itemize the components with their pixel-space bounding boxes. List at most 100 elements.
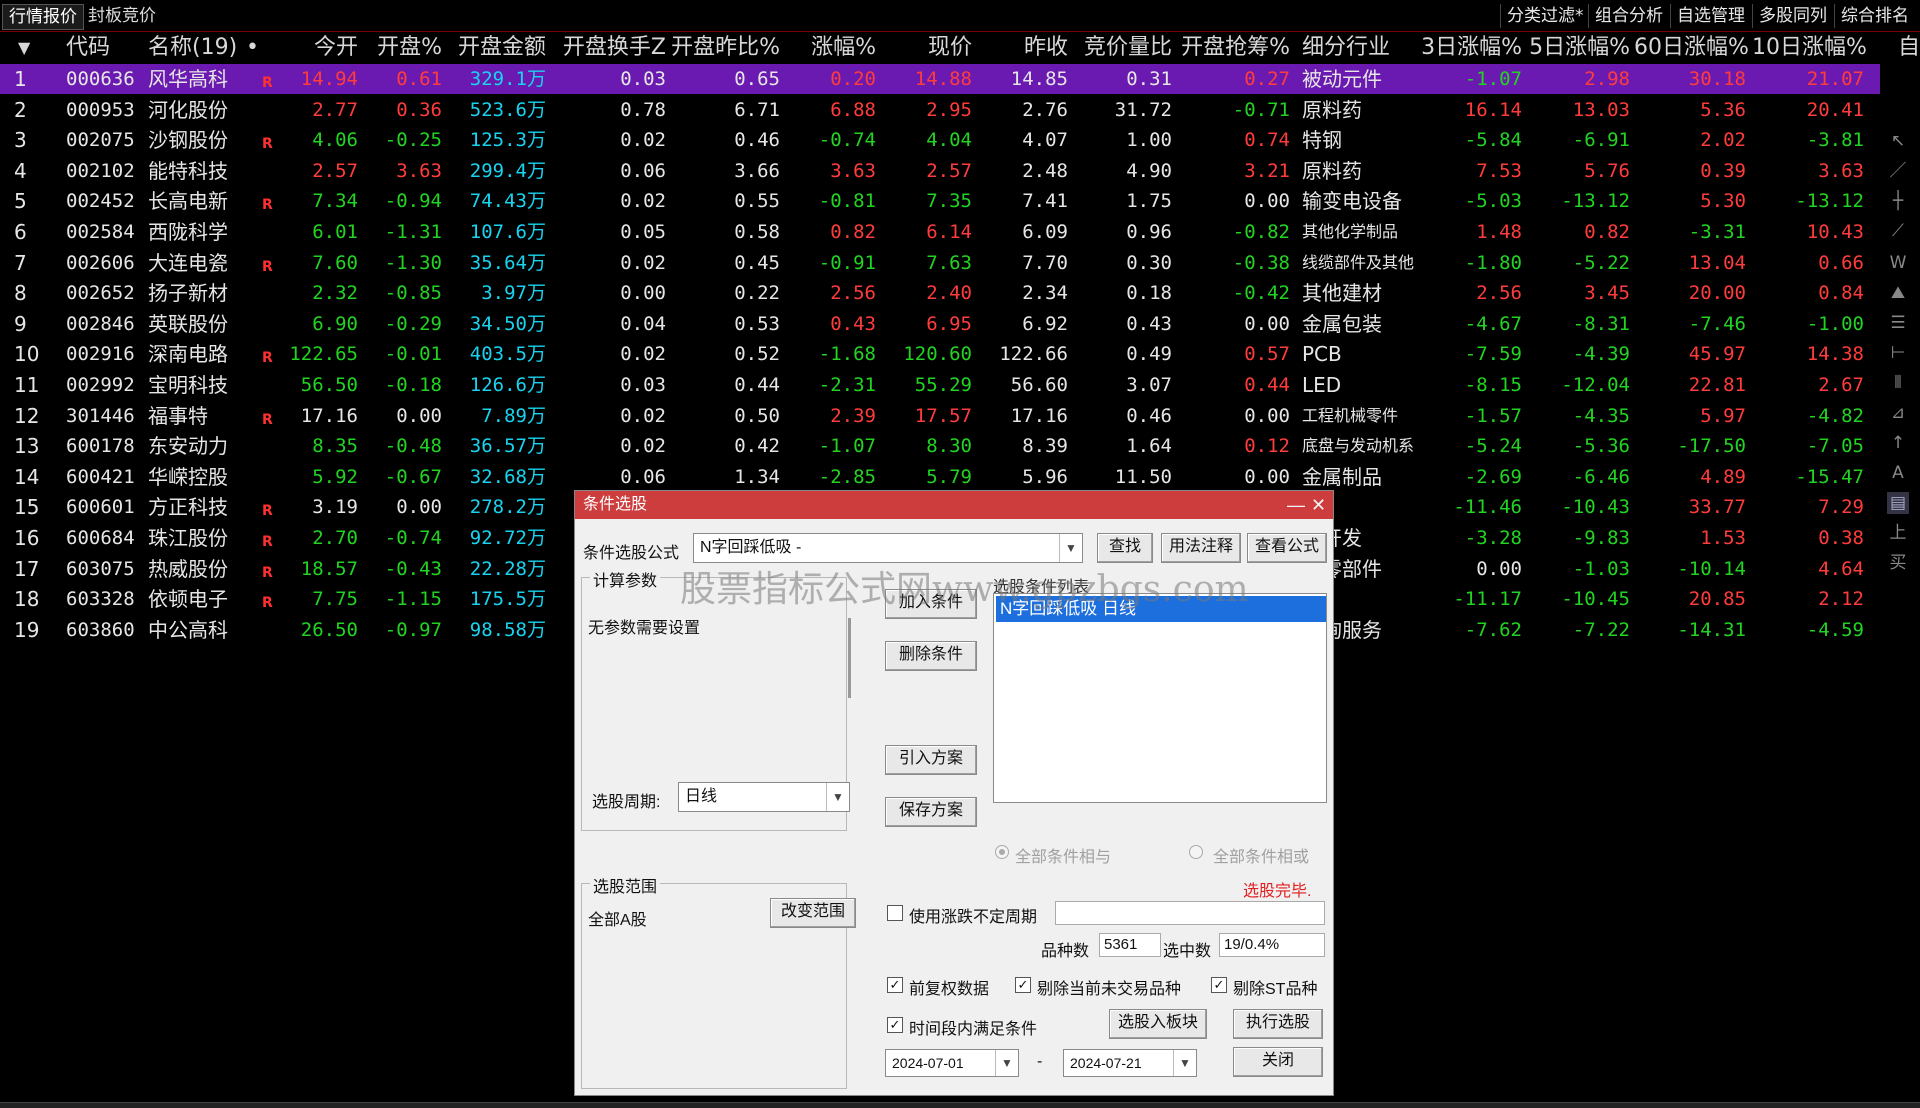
radio-all-or[interactable]	[1189, 845, 1203, 859]
table-row[interactable]: 2 000953 河化股份 2.77 0.36 523.6万 0.78 6.71 6.88 2.9…	[0, 95, 1880, 125]
up-mark-icon[interactable]: 上	[1887, 522, 1909, 544]
bars-tool-icon[interactable]: ⦀	[1887, 372, 1909, 394]
tab-quotes[interactable]: 行情报价	[2, 4, 84, 30]
select-to-block-button[interactable]: 选股入板块	[1109, 1009, 1207, 1039]
table-row[interactable]: 11 002992 宝明科技 56.50 -0.18 126.6万 0.03 0.44 -2.3…	[0, 370, 1880, 400]
col-change-pct[interactable]: 涨幅%	[790, 32, 876, 64]
ray-tool-icon[interactable]: ⟋	[1887, 220, 1909, 242]
dialog-titlebar[interactable]: 条件选股 — ✕	[575, 491, 1333, 519]
chevron-down-icon[interactable]: ▼	[1059, 534, 1082, 562]
date-from-select[interactable]: 2024-07-01 ▼	[885, 1049, 1019, 1077]
col-auction-vol-ratio[interactable]: 竞价量比	[1074, 32, 1172, 64]
save-plan-button[interactable]: 保存方案	[885, 797, 977, 827]
find-button[interactable]: 查找	[1097, 533, 1153, 563]
col-open-grab[interactable]: 开盘抢筹%	[1180, 32, 1290, 64]
composite-rank-button[interactable]: 综合排名	[1834, 4, 1915, 28]
table-row[interactable]: 3 002075 沙钢股份 R 4.06 -0.25 125.3万 0.02 0.46 -0.74…	[0, 125, 1880, 155]
status-text: 选股完毕.	[1243, 883, 1312, 900]
vertical-line-icon[interactable]: ┼	[1887, 190, 1909, 212]
chevron-down-icon[interactable]: ▼	[995, 1050, 1018, 1076]
col-open[interactable]: 今开	[290, 32, 358, 64]
col-code[interactable]: 代码	[66, 32, 110, 64]
chevron-down-icon[interactable]: ▼	[1173, 1050, 1196, 1076]
col-more[interactable]: 自	[1898, 32, 1920, 64]
col-60d-change[interactable]: 60日涨幅%	[1634, 32, 1749, 64]
formula-select[interactable]: N字回踩低吸 - ▼	[693, 533, 1083, 563]
col-open-amount[interactable]: 开盘金额	[450, 32, 546, 64]
change-60d: -3.31	[1688, 221, 1746, 243]
table-row[interactable]: 4 002102 能特科技 2.57 3.63 299.4万 0.06 3.66 3.63 2.5…	[0, 156, 1880, 186]
sort-arrow-icon[interactable]: ▼	[18, 32, 30, 64]
tab-limit-auction[interactable]: 封板竞价	[82, 4, 162, 28]
note-tool-icon[interactable]: ▤	[1887, 492, 1909, 514]
exclude-st-checkbox[interactable]: ✓	[1211, 977, 1227, 993]
col-industry[interactable]: 细分行业	[1302, 32, 1390, 64]
channel-tool-icon[interactable]: ☰	[1887, 312, 1909, 334]
import-plan-button[interactable]: 引入方案	[885, 745, 977, 775]
table-row[interactable]: 9 002846 英联股份 6.90 -0.29 34.50万 0.04 0.53 0.43 6.…	[0, 309, 1880, 339]
change-60d: -17.50	[1677, 435, 1746, 458]
table-row[interactable]: 7 002606 大连电瓷 R 7.60 -1.30 35.64万 0.02 0.45 -0.91…	[0, 248, 1880, 278]
exclude-untraded-checkbox[interactable]: ✓	[1015, 977, 1031, 993]
multi-stock-button[interactable]: 多股同列	[1752, 4, 1833, 28]
open-amount: 32.68万	[469, 465, 546, 488]
table-row[interactable]: 10 002916 深南电路 R 122.65 -0.01 403.5万 0.02 0.52 -1…	[0, 339, 1880, 369]
variable-period-input[interactable]	[1055, 901, 1325, 925]
change-range-button[interactable]: 改变范围	[770, 898, 856, 928]
table-row[interactable]: 8 002652 扬子新材 2.32 -0.85 3.97万 0.00 0.22 2.56 2.4…	[0, 278, 1880, 308]
wave-tool-icon[interactable]: W	[1887, 252, 1909, 274]
change-10d: 10.43	[1806, 221, 1864, 243]
params-scrollbar[interactable]	[848, 618, 851, 698]
portfolio-analysis-button[interactable]: 组合分析	[1588, 4, 1669, 28]
cursor-icon[interactable]: ↖	[1887, 130, 1909, 152]
adjust-checkbox[interactable]: ✓	[887, 977, 903, 993]
delete-condition-button[interactable]: 删除条件	[885, 641, 977, 671]
range-group-label: 选股范围	[590, 873, 661, 897]
buy-mark-icon[interactable]: 买	[1887, 552, 1909, 574]
variable-period-checkbox[interactable]	[887, 905, 903, 921]
radio-all-and[interactable]	[995, 845, 1009, 859]
col-10d-change[interactable]: 10日涨幅%	[1752, 32, 1867, 64]
open-price: 3.19	[312, 496, 358, 519]
col-name[interactable]: 名称(19)	[148, 32, 237, 64]
minimize-icon[interactable]: —	[1287, 491, 1305, 519]
industry: 被动元件	[1302, 67, 1382, 91]
col-dot[interactable]: •	[246, 32, 259, 64]
gann-tool-icon[interactable]: ⊢	[1887, 342, 1909, 364]
col-open-turnover[interactable]: 开盘换手Z	[556, 32, 666, 64]
table-row[interactable]: 14 600421 华嵘控股 5.92 -0.67 32.68万 0.06 1.34 -2.85…	[0, 462, 1880, 492]
watchlist-manage-button[interactable]: 自选管理	[1670, 4, 1751, 28]
close-button[interactable]: 关闭	[1233, 1047, 1323, 1077]
col-3d-change[interactable]: 3日涨幅%	[1420, 32, 1522, 64]
mountain-tool-icon[interactable]: ⛰	[1887, 282, 1909, 304]
col-open-ratio[interactable]: 开盘昨比%	[670, 32, 780, 64]
open-pct: -1.30	[384, 251, 442, 274]
fan-tool-icon[interactable]: ⊿	[1887, 402, 1909, 424]
table-row[interactable]: 1 000636 风华高科 R 14.94 0.61 329.1万 0.03 0.65 0.20 1…	[0, 64, 1880, 94]
line-tool-icon[interactable]: ／	[1887, 160, 1909, 182]
table-row[interactable]: 5 002452 长高电新 R 7.34 -0.94 74.43万 0.02 0.55 -0.81…	[0, 186, 1880, 216]
close-icon[interactable]: ✕	[1311, 491, 1326, 519]
table-row[interactable]: 6 002584 西陇科学 6.01 -1.31 107.6万 0.05 0.58 0.82 6.…	[0, 217, 1880, 247]
view-formula-button[interactable]: 查看公式	[1247, 533, 1327, 563]
time-range-checkbox[interactable]: ✓	[887, 1017, 903, 1033]
arrow-up-icon[interactable]: ↑	[1887, 432, 1909, 454]
usage-notes-button[interactable]: 用法注释	[1161, 533, 1241, 563]
stock-name: 依顿电子	[148, 587, 228, 612]
col-prev-close[interactable]: 昨收	[986, 32, 1068, 64]
col-open-pct[interactable]: 开盘%	[370, 32, 442, 64]
table-row[interactable]: 13 600178 东安动力 8.35 -0.48 36.57万 0.02 0.42 -1.07…	[0, 431, 1880, 461]
change-3d: 2.56	[1476, 282, 1522, 305]
table-row[interactable]: 12 301446 福事特 R 17.16 0.00 7.89万 0.02 0.50 2.39 17…	[0, 401, 1880, 431]
text-tool-icon[interactable]: A	[1887, 462, 1909, 484]
col-5d-change[interactable]: 5日涨幅%	[1528, 32, 1630, 64]
stock-code: 002584	[66, 221, 135, 243]
period-select[interactable]: 日线 ▼	[678, 782, 850, 812]
date-to-select[interactable]: 2024-07-21 ▼	[1063, 1049, 1197, 1077]
open-amount: 22.28万	[469, 557, 546, 580]
col-price[interactable]: 现价	[890, 32, 972, 64]
category-filter-button[interactable]: 分类过滤*	[1500, 4, 1590, 28]
chevron-down-icon[interactable]: ▼	[826, 783, 849, 811]
condition-list[interactable]: N字回踩低吸 日线	[993, 593, 1327, 803]
execute-select-button[interactable]: 执行选股	[1233, 1009, 1323, 1039]
